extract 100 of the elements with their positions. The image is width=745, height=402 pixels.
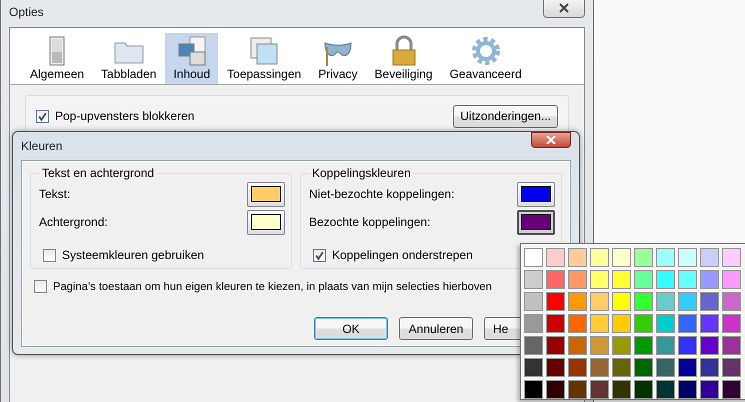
- palette-color[interactable]: [546, 314, 565, 333]
- checkbox-label: Systeemkleuren gebruiken: [62, 248, 204, 262]
- palette-color[interactable]: [568, 336, 587, 355]
- palette-color[interactable]: [590, 270, 609, 289]
- palette-color[interactable]: [656, 248, 675, 267]
- palette-color[interactable]: [524, 292, 543, 311]
- palette-color[interactable]: [612, 270, 631, 289]
- palette-color[interactable]: [678, 336, 697, 355]
- window-icon: [248, 35, 280, 67]
- palette-color[interactable]: [722, 358, 741, 377]
- palette-color[interactable]: [700, 292, 719, 311]
- palette-color[interactable]: [546, 292, 565, 311]
- palette-color[interactable]: [546, 336, 565, 355]
- palette-color[interactable]: [524, 380, 543, 399]
- palette-color[interactable]: [634, 292, 653, 311]
- palette-color[interactable]: [700, 380, 719, 399]
- palette-color[interactable]: [612, 292, 631, 311]
- checkbox-label: Pop-upvensters blokkeren: [55, 109, 194, 123]
- toolbar-tab[interactable]: Geavanceerd: [442, 33, 530, 84]
- palette-color[interactable]: [700, 270, 719, 289]
- palette-color[interactable]: [612, 314, 631, 333]
- palette-color[interactable]: [700, 248, 719, 267]
- palette-color[interactable]: [524, 358, 543, 377]
- palette-color[interactable]: [700, 336, 719, 355]
- palette-color[interactable]: [656, 336, 675, 355]
- palette-color[interactable]: [700, 358, 719, 377]
- palette-color[interactable]: [700, 314, 719, 333]
- palette-color[interactable]: [722, 314, 741, 333]
- palette-color[interactable]: [546, 380, 565, 399]
- palette-color[interactable]: [568, 270, 587, 289]
- palette-color[interactable]: [590, 292, 609, 311]
- palette-color[interactable]: [678, 358, 697, 377]
- palette-color[interactable]: [524, 270, 543, 289]
- palette-color[interactable]: [656, 380, 675, 399]
- palette-color[interactable]: [678, 314, 697, 333]
- palette-color[interactable]: [656, 270, 675, 289]
- palette-color[interactable]: [678, 248, 697, 267]
- close-button[interactable]: [543, 0, 585, 18]
- toolbar-tab[interactable]: Tabbladen: [93, 33, 164, 84]
- palette-color[interactable]: [568, 380, 587, 399]
- toolbar-tab[interactable]: Inhoud: [165, 33, 218, 84]
- pictures-icon: [176, 35, 208, 67]
- toolbar-tab[interactable]: Beveiliging: [366, 33, 441, 84]
- palette-color[interactable]: [568, 358, 587, 377]
- palette-color[interactable]: [722, 270, 741, 289]
- palette-color[interactable]: [678, 292, 697, 311]
- checkbox[interactable]: [313, 248, 326, 262]
- palette-color[interactable]: [678, 380, 697, 399]
- color-picker-button[interactable]: [517, 210, 555, 234]
- checkbox[interactable]: [34, 280, 47, 293]
- palette-color[interactable]: [546, 248, 565, 267]
- palette-color[interactable]: [656, 358, 675, 377]
- palette-color[interactable]: [612, 248, 631, 267]
- checkbox[interactable]: [43, 248, 56, 262]
- palette-color[interactable]: [656, 314, 675, 333]
- checkbox-label: Koppelingen onderstrepen: [332, 248, 473, 262]
- close-button[interactable]: [531, 132, 571, 148]
- palette-color[interactable]: [612, 358, 631, 377]
- palette-color[interactable]: [590, 380, 609, 399]
- palette-color[interactable]: [722, 248, 741, 267]
- palette-color[interactable]: [612, 336, 631, 355]
- palette-color[interactable]: [634, 248, 653, 267]
- palette-color[interactable]: [722, 336, 741, 355]
- toolbar-tab[interactable]: Privacy: [310, 33, 366, 84]
- palette-color[interactable]: [678, 270, 697, 289]
- dialog-title: Kleuren: [21, 139, 62, 153]
- palette-color[interactable]: [524, 314, 543, 333]
- palette-color[interactable]: [524, 336, 543, 355]
- color-picker-button[interactable]: [247, 182, 285, 206]
- palette-color[interactable]: [634, 380, 653, 399]
- color-picker-button[interactable]: [247, 210, 285, 234]
- dialog-button[interactable]: Annuleren: [399, 317, 473, 340]
- exceptions-button[interactable]: Uitzonderingen...: [453, 104, 558, 128]
- group-title: Koppelingskleuren: [310, 166, 413, 180]
- dialog-button[interactable]: OK: [314, 317, 388, 340]
- toolbar-tab[interactable]: Algemeen: [22, 33, 92, 84]
- toolbar-tab[interactable]: Toepassingen: [219, 33, 310, 84]
- palette-color[interactable]: [568, 314, 587, 333]
- color-picker-button[interactable]: [517, 182, 555, 206]
- palette-color[interactable]: [568, 292, 587, 311]
- checkbox[interactable]: [36, 110, 49, 122]
- palette-color[interactable]: [634, 314, 653, 333]
- palette-color[interactable]: [634, 270, 653, 289]
- color-label: Bezochte koppelingen:: [309, 215, 430, 229]
- palette-color[interactable]: [590, 358, 609, 377]
- palette-color[interactable]: [568, 248, 587, 267]
- palette-color[interactable]: [612, 380, 631, 399]
- color-label: Niet-bezochte koppelingen:: [309, 187, 454, 201]
- color-label: Achtergrond:: [39, 215, 108, 229]
- palette-color[interactable]: [524, 248, 543, 267]
- palette-color[interactable]: [546, 270, 565, 289]
- palette-color[interactable]: [634, 358, 653, 377]
- palette-color[interactable]: [546, 358, 565, 377]
- palette-color[interactable]: [590, 314, 609, 333]
- palette-color[interactable]: [722, 380, 741, 399]
- palette-color[interactable]: [590, 248, 609, 267]
- palette-color[interactable]: [590, 336, 609, 355]
- palette-color[interactable]: [634, 336, 653, 355]
- palette-color[interactable]: [656, 292, 675, 311]
- palette-color[interactable]: [722, 292, 741, 311]
